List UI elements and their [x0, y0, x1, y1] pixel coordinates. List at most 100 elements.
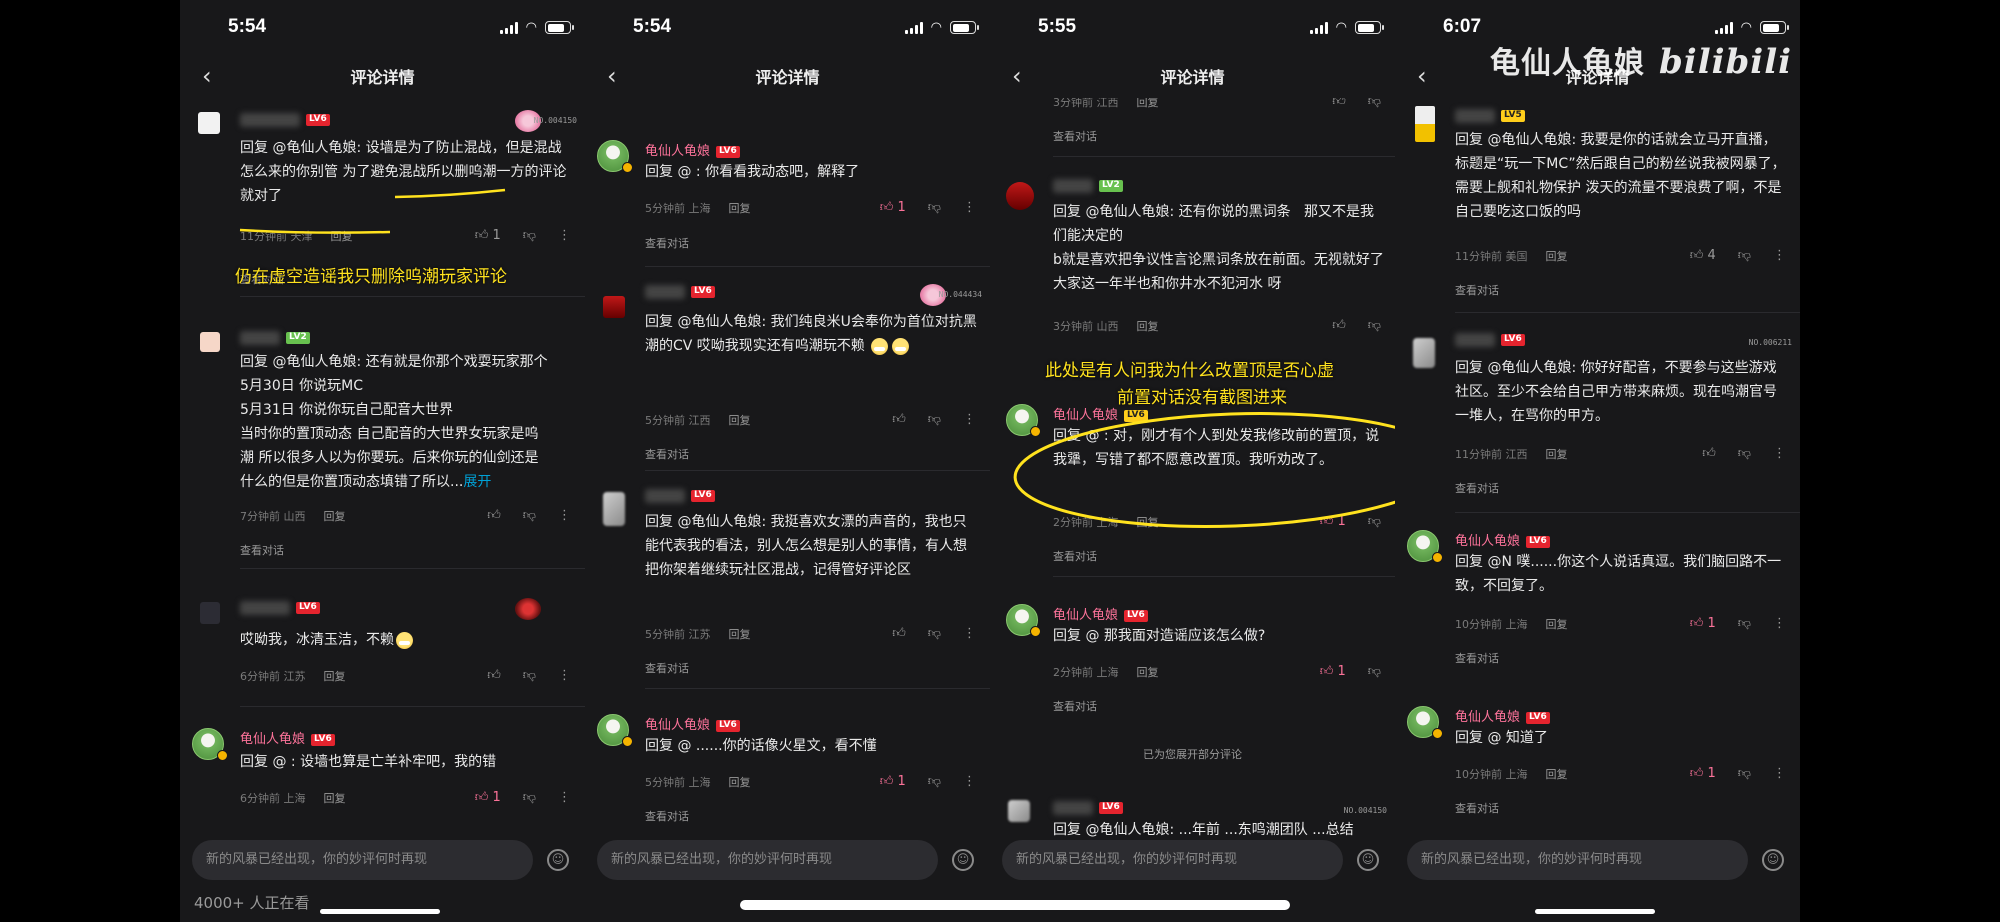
like-icon[interactable]: 👍︎ 1: [880, 774, 906, 789]
emoji-picker-icon[interactable]: ☺: [547, 849, 569, 871]
avatar[interactable]: [1006, 182, 1034, 210]
username[interactable]: 龟仙人龟娘 LV6: [1455, 530, 1550, 549]
view-conversation-link[interactable]: 查看对话: [1053, 128, 1097, 144]
more-icon[interactable]: ⋮: [558, 228, 571, 243]
more-icon[interactable]: ⋮: [1773, 248, 1786, 263]
reply-button[interactable]: 回复: [729, 414, 751, 427]
view-conversation-link[interactable]: 查看对话: [645, 235, 689, 251]
avatar[interactable]: [1415, 106, 1435, 142]
like-icon[interactable]: 👍︎ 1: [1320, 664, 1346, 679]
username[interactable]: 龟仙人龟娘 LV6: [1455, 706, 1550, 725]
dislike-icon[interactable]: 👎︎: [928, 412, 941, 427]
reply-button[interactable]: 回复: [1137, 516, 1159, 529]
avatar[interactable]: [198, 112, 220, 134]
view-conversation-link[interactable]: 查看对话: [645, 660, 689, 676]
dislike-icon[interactable]: 👎︎: [928, 200, 941, 215]
dislike-icon[interactable]: 👎︎: [1368, 318, 1381, 333]
like-icon[interactable]: 👍︎: [892, 412, 906, 427]
dislike-icon[interactable]: 👎︎: [1738, 446, 1751, 461]
reply-button[interactable]: 回复: [1546, 250, 1568, 263]
reply-button[interactable]: 回复: [324, 510, 346, 523]
more-icon[interactable]: ⋮: [963, 626, 976, 641]
reply-button[interactable]: 回复: [324, 670, 346, 683]
comment-input[interactable]: 新的风暴已经出现，你的妙评何时再现: [1002, 840, 1343, 880]
view-conversation-link[interactable]: 查看对话: [645, 446, 689, 462]
dislike-icon[interactable]: 👎︎: [1368, 98, 1381, 109]
username[interactable]: LV6: [1053, 800, 1123, 815]
more-icon[interactable]: ⋮: [963, 200, 976, 215]
dislike-icon[interactable]: 👎︎: [523, 668, 536, 683]
avatar[interactable]: [200, 332, 220, 352]
dislike-icon[interactable]: 👎︎: [523, 790, 536, 805]
username[interactable]: LV6: [645, 284, 715, 299]
like-icon[interactable]: 👍︎: [487, 668, 501, 683]
expand-link[interactable]: 展开: [463, 474, 491, 490]
username[interactable]: 龟仙人龟娘 LV6: [645, 140, 740, 159]
comment-input[interactable]: 新的风暴已经出现，你的妙评何时再现: [597, 840, 938, 880]
view-conversation-link[interactable]: 查看对话: [1455, 480, 1499, 496]
reply-button[interactable]: 回复: [729, 776, 751, 789]
view-conversation-link[interactable]: 查看对话: [645, 808, 689, 824]
username[interactable]: 龟仙人龟娘 LV6: [240, 728, 335, 747]
avatar[interactable]: [200, 602, 220, 624]
username[interactable]: LV6: [240, 600, 320, 615]
like-icon[interactable]: 👍︎: [1332, 98, 1346, 109]
like-icon[interactable]: 👍︎: [1332, 318, 1346, 333]
dislike-icon[interactable]: 👎︎: [1738, 248, 1751, 263]
like-icon[interactable]: 👍︎ 1: [1320, 514, 1346, 529]
emoji-picker-icon[interactable]: ☺: [1762, 849, 1784, 871]
more-icon[interactable]: ⋮: [963, 774, 976, 789]
emoji-picker-icon[interactable]: ☺: [1357, 849, 1379, 871]
dislike-icon[interactable]: 👎︎: [1738, 616, 1751, 631]
reply-button[interactable]: 回复: [1546, 768, 1568, 781]
username[interactable]: LV6: [645, 488, 715, 503]
emoji-picker-icon[interactable]: ☺: [952, 849, 974, 871]
username[interactable]: LV2: [1053, 178, 1123, 193]
username[interactable]: LV6: [240, 112, 330, 127]
dislike-icon[interactable]: 👎︎: [1368, 514, 1381, 529]
username[interactable]: LV2: [240, 330, 310, 345]
like-icon[interactable]: 👍︎ 1: [475, 790, 501, 805]
more-icon[interactable]: ⋮: [1773, 446, 1786, 461]
reply-button[interactable]: 回复: [324, 792, 346, 805]
username[interactable]: 龟仙人龟娘 LV6: [1053, 604, 1148, 623]
more-icon[interactable]: ⋮: [558, 668, 571, 683]
more-icon[interactable]: ⋮: [1773, 766, 1786, 781]
username[interactable]: 龟仙人龟娘 LV6: [645, 714, 740, 733]
reply-button[interactable]: 回复: [331, 230, 353, 243]
reply-button[interactable]: 回复: [1546, 618, 1568, 631]
avatar[interactable]: [1413, 338, 1435, 368]
username[interactable]: LV6: [1455, 332, 1525, 347]
view-conversation-link[interactable]: 查看对话: [1053, 548, 1097, 564]
more-icon[interactable]: ⋮: [963, 412, 976, 427]
video-progress-bar[interactable]: [740, 900, 1290, 910]
view-conversation-link[interactable]: 查看对话: [1455, 282, 1499, 298]
avatar[interactable]: [1008, 800, 1030, 822]
comment-input[interactable]: 新的风暴已经出现，你的妙评何时再现: [1407, 840, 1748, 880]
like-icon[interactable]: 👍︎ 1: [1690, 616, 1716, 631]
view-conversation-link[interactable]: 查看对话: [240, 542, 284, 558]
like-icon[interactable]: 👍︎ 4: [1690, 248, 1716, 263]
like-icon[interactable]: 👍︎: [892, 626, 906, 641]
like-icon[interactable]: 👍︎ 1: [475, 228, 501, 243]
comment-input[interactable]: 新的风暴已经出现，你的妙评何时再现: [192, 840, 533, 880]
more-icon[interactable]: ⋮: [558, 790, 571, 805]
reply-button[interactable]: 回复: [729, 628, 751, 641]
reply-button[interactable]: 回复: [1137, 666, 1159, 679]
username[interactable]: LV5: [1455, 108, 1525, 123]
more-icon[interactable]: ⋮: [558, 508, 571, 523]
reply-button[interactable]: 回复: [1137, 320, 1159, 333]
dislike-icon[interactable]: 👎︎: [928, 774, 941, 789]
dislike-icon[interactable]: 👎︎: [523, 228, 536, 243]
reply-button[interactable]: 回复: [729, 202, 751, 215]
like-icon[interactable]: 👍︎: [1702, 446, 1716, 461]
dislike-icon[interactable]: 👎︎: [523, 508, 536, 523]
avatar[interactable]: [603, 296, 625, 318]
view-conversation-link[interactable]: 查看对话: [1455, 650, 1499, 666]
dislike-icon[interactable]: 👎︎: [1738, 766, 1751, 781]
avatar[interactable]: [603, 492, 625, 526]
like-icon[interactable]: 👍︎: [487, 508, 501, 523]
reply-button[interactable]: 回复: [1137, 98, 1159, 109]
like-icon[interactable]: 👍︎ 1: [880, 200, 906, 215]
view-conversation-link[interactable]: 查看对话: [1053, 698, 1097, 714]
